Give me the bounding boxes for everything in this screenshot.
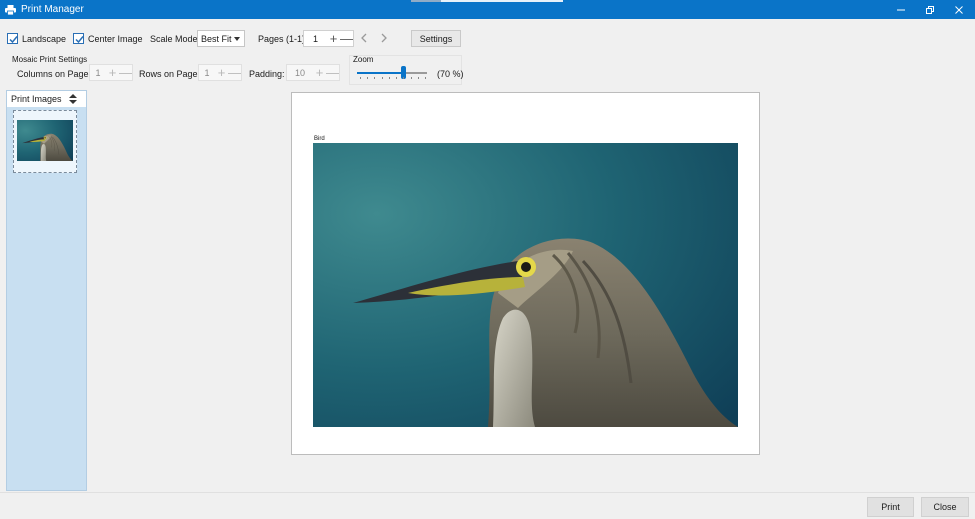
columns-stepper[interactable]: 1 + — — [89, 64, 133, 81]
sort-icon[interactable] — [69, 94, 77, 106]
minimize-icon — [897, 9, 905, 10]
zoom-slider-fill — [357, 72, 404, 74]
restore-button[interactable] — [916, 0, 944, 19]
minus-icon[interactable]: — — [228, 65, 241, 80]
bird-thumbnail-image — [17, 120, 73, 161]
close-window-button[interactable] — [945, 0, 973, 19]
plus-icon[interactable]: + — [327, 31, 340, 46]
image-thumbnail[interactable] — [13, 110, 77, 173]
columns-value[interactable]: 1 — [90, 68, 106, 78]
rows-stepper[interactable]: 1 + — — [198, 64, 242, 81]
rows-label: Rows on Page: — [139, 69, 201, 79]
rows-value[interactable]: 1 — [199, 68, 215, 78]
previous-page-button[interactable] — [358, 31, 370, 45]
next-page-button[interactable] — [378, 31, 390, 45]
image-caption: Bird — [314, 136, 325, 142]
restore-icon — [926, 5, 934, 14]
printer-icon — [5, 4, 16, 15]
chevron-left-icon — [361, 33, 367, 43]
plus-icon[interactable]: + — [106, 65, 119, 80]
print-button[interactable]: Print — [867, 497, 914, 517]
bird-photo — [313, 143, 738, 427]
print-images-title: Print Images — [11, 94, 62, 104]
columns-label: Columns on Page: — [17, 69, 92, 79]
print-images-header: Print Images — [7, 91, 86, 107]
chevron-down-icon — [234, 37, 240, 41]
plus-icon[interactable]: + — [313, 65, 326, 80]
mosaic-heading: Mosaic Print Settings — [12, 55, 88, 64]
minus-icon[interactable]: — — [326, 65, 339, 80]
footer-divider — [0, 492, 975, 493]
minimize-button[interactable] — [887, 0, 915, 19]
landscape-label[interactable]: Landscape — [22, 34, 66, 44]
zoom-label: Zoom — [353, 55, 374, 64]
close-icon — [955, 5, 963, 14]
pages-stepper[interactable]: 1 + — — [303, 30, 354, 47]
checkmark-icon — [9, 36, 18, 44]
pages-label: Pages (1-1): — [258, 34, 308, 44]
checkmark-icon — [75, 36, 84, 44]
center-image-checkbox[interactable] — [73, 33, 84, 44]
padding-label: Padding: — [249, 69, 285, 79]
close-button[interactable]: Close — [921, 497, 969, 517]
settings-button[interactable]: Settings — [411, 30, 461, 47]
pages-value[interactable]: 1 — [304, 34, 327, 44]
print-images-panel: Print Images — [6, 90, 87, 491]
zoom-ticks — [360, 77, 426, 79]
scale-mode-label: Scale Mode: — [150, 34, 201, 44]
minus-icon[interactable]: — — [119, 65, 132, 80]
landscape-checkbox[interactable] — [7, 33, 18, 44]
scale-mode-select[interactable]: Best Fit — [197, 30, 245, 47]
plus-icon[interactable]: + — [215, 65, 228, 80]
scale-mode-value: Best Fit — [201, 33, 232, 44]
padding-value[interactable]: 10 — [287, 68, 313, 78]
chevron-right-icon — [381, 33, 387, 43]
title-bar: Print Manager — [0, 0, 975, 19]
window-title: Print Manager — [21, 4, 84, 15]
center-image-label[interactable]: Center Image — [88, 34, 143, 44]
padding-stepper[interactable]: 10 + — — [286, 64, 340, 81]
title-drag-handle[interactable] — [411, 0, 563, 2]
zoom-value: (70 %) — [437, 69, 464, 79]
minus-icon[interactable]: — — [340, 31, 353, 46]
